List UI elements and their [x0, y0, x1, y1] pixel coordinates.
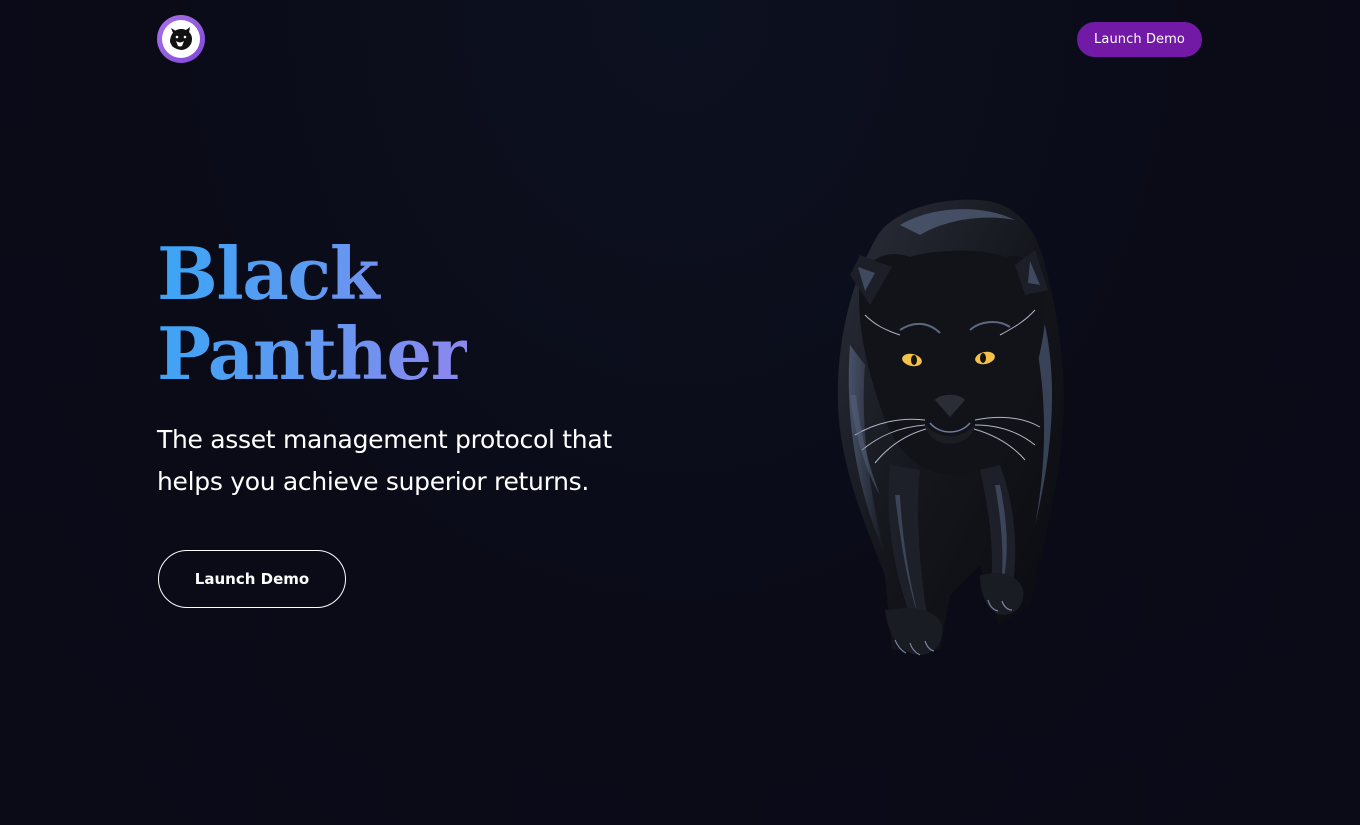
nav-launch-demo-button[interactable]: Launch Demo	[1077, 22, 1202, 57]
hero-title-line-2: Panther	[157, 311, 468, 396]
logo-badge	[162, 20, 200, 58]
hero-title: Black Panther	[157, 234, 467, 394]
hero-title-line-1: Black	[157, 231, 379, 316]
panther-illustration	[837, 199, 1064, 656]
landing-page: Launch Demo Black Panther The asset mana…	[0, 0, 1360, 825]
panther-logo-icon[interactable]	[157, 15, 205, 63]
hero-launch-demo-button[interactable]: Launch Demo	[158, 550, 346, 608]
hero-subtitle: The asset management protocol that helps…	[157, 425, 612, 496]
